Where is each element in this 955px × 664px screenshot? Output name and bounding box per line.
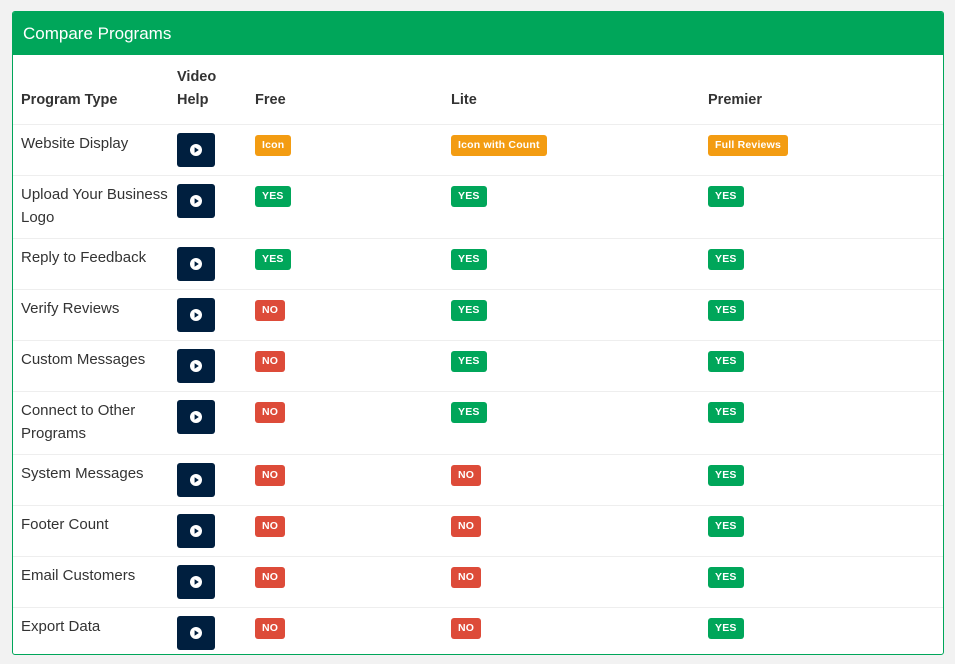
premier-status-badge: YES	[708, 516, 744, 537]
video-help-button[interactable]	[177, 298, 215, 332]
table-row: Custom Messages NO YES YES	[13, 341, 943, 392]
video-help-button[interactable]	[177, 514, 215, 548]
play-circle-icon	[190, 474, 202, 486]
premier-status-badge: YES	[708, 402, 744, 423]
table-header: Program Type Video Help Free Lite Premie…	[13, 55, 943, 125]
program-feature-label: Connect to Other Programs	[21, 402, 136, 442]
free-status-badge: NO	[255, 351, 286, 372]
program-feature-label: Reply to Feedback	[21, 249, 147, 266]
video-help-button[interactable]	[177, 463, 215, 497]
lite-status-badge: Icon with Count	[451, 135, 547, 156]
program-feature-label: Verify Reviews	[21, 300, 120, 317]
premier-status-badge: YES	[708, 186, 744, 207]
table-row: Email Customers NO NO YES	[13, 557, 943, 608]
video-help-button[interactable]	[177, 184, 215, 218]
premier-status-badge: YES	[708, 351, 744, 372]
video-help-button[interactable]	[177, 133, 215, 167]
free-status-badge: NO	[255, 618, 286, 639]
free-status-badge: NO	[255, 300, 286, 321]
lite-status-badge: NO	[451, 567, 482, 588]
table-row: Verify Reviews NO YES YES	[13, 290, 943, 341]
lite-status-badge: YES	[451, 186, 487, 207]
play-circle-icon	[190, 525, 202, 537]
program-feature-label: System Messages	[21, 465, 144, 482]
program-feature-label: Custom Messages	[21, 351, 146, 368]
program-feature-label: Email Customers	[21, 567, 136, 584]
comparison-table: Program Type Video Help Free Lite Premie…	[13, 55, 943, 658]
column-header-premier: Premier	[708, 92, 763, 108]
video-help-button[interactable]	[177, 616, 215, 650]
free-status-badge: YES	[255, 186, 291, 207]
column-header-program-type: Program Type	[21, 92, 118, 108]
lite-status-badge: NO	[451, 618, 482, 639]
play-circle-icon	[190, 309, 202, 321]
free-status-badge: NO	[255, 567, 286, 588]
table-row: Connect to Other Programs NO YES YES	[13, 392, 943, 455]
lite-status-badge: YES	[451, 249, 487, 270]
table-row: Website Display Icon Icon with Count Full R…	[13, 125, 943, 176]
program-feature-label: Upload Your Business Logo	[21, 186, 168, 226]
panel-title: Compare Programs	[13, 12, 943, 55]
video-help-button[interactable]	[177, 565, 215, 599]
lite-status-badge: NO	[451, 465, 482, 486]
table-row: System Messages NO NO YES	[13, 455, 943, 506]
column-header-video-help: Video Help	[177, 69, 217, 108]
table-row: Footer Count NO NO YES	[13, 506, 943, 557]
program-feature-label: Export Data	[21, 618, 101, 635]
premier-status-badge: Full Reviews	[708, 135, 789, 156]
free-status-badge: YES	[255, 249, 291, 270]
video-help-button[interactable]	[177, 400, 215, 434]
lite-status-badge: YES	[451, 351, 487, 372]
program-feature-label: Footer Count	[21, 516, 109, 533]
play-circle-icon	[190, 411, 202, 423]
table-row: Reply to Feedback YES YES YES	[13, 239, 943, 290]
column-header-lite: Lite	[451, 92, 477, 108]
free-status-badge: NO	[255, 516, 286, 537]
program-feature-label: Website Display	[21, 135, 129, 152]
premier-status-badge: YES	[708, 567, 744, 588]
play-circle-icon	[190, 144, 202, 156]
play-circle-icon	[190, 360, 202, 372]
column-header-free: Free	[255, 92, 286, 108]
free-status-badge: Icon	[255, 135, 292, 156]
play-circle-icon	[190, 258, 202, 270]
lite-status-badge: NO	[451, 516, 482, 537]
play-circle-icon	[190, 576, 202, 588]
compare-programs-panel: Compare Programs Program Type Video Help…	[12, 11, 944, 655]
play-circle-icon	[190, 195, 202, 207]
lite-status-badge: YES	[451, 300, 487, 321]
premier-status-badge: YES	[708, 618, 744, 639]
free-status-badge: NO	[255, 465, 286, 486]
premier-status-badge: YES	[708, 249, 744, 270]
video-help-button[interactable]	[177, 349, 215, 383]
table-row: Export Data NO NO YES	[13, 608, 943, 658]
premier-status-badge: YES	[708, 300, 744, 321]
free-status-badge: NO	[255, 402, 286, 423]
video-help-button[interactable]	[177, 247, 215, 281]
premier-status-badge: YES	[708, 465, 744, 486]
lite-status-badge: YES	[451, 402, 487, 423]
table-row: Upload Your Business Logo YES YES YES	[13, 176, 943, 239]
play-circle-icon	[190, 627, 202, 639]
